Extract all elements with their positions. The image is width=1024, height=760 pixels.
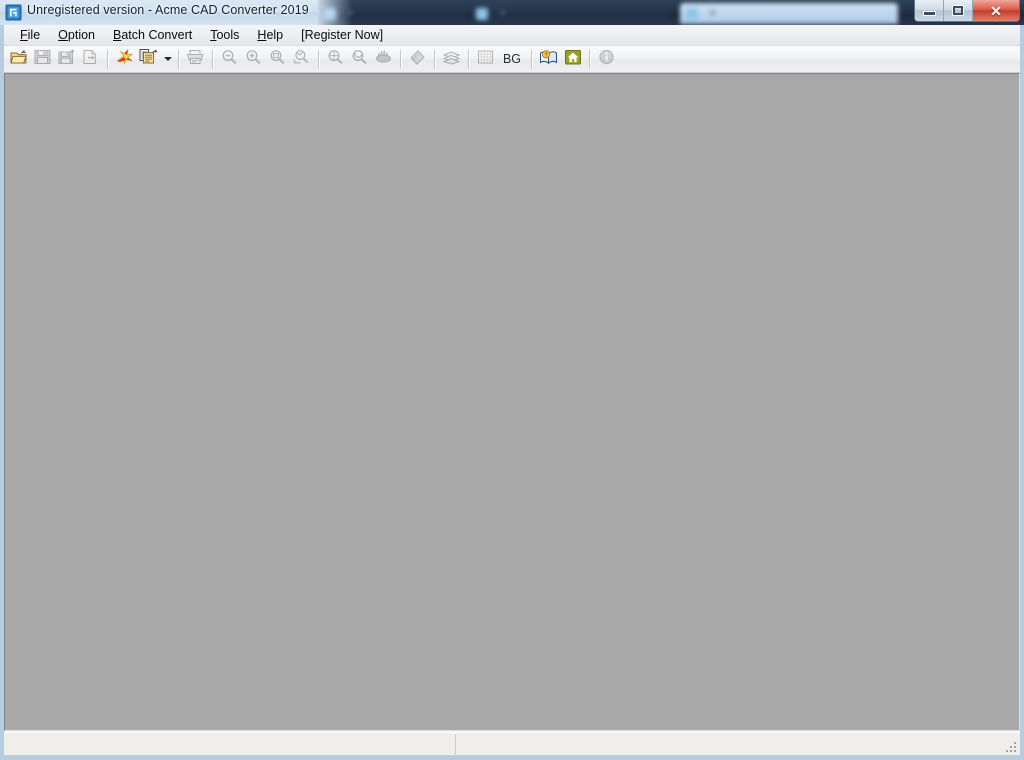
resize-grip[interactable] <box>1004 740 1018 754</box>
menu-item-help[interactable]: Help <box>249 26 291 45</box>
save-as-disk-icon <box>58 48 75 70</box>
home-icon <box>564 49 582 70</box>
close-button[interactable]: ✕ <box>973 0 1019 21</box>
export-file-icon <box>82 49 99 70</box>
separator-7 <box>468 49 470 69</box>
toolbar: BG ? <box>4 46 1020 73</box>
zoom-all-button[interactable] <box>324 48 347 71</box>
open-folder-icon <box>9 49 28 70</box>
status-info <box>456 734 1020 755</box>
separator-4 <box>318 49 320 69</box>
menu-item-file[interactable]: File <box>12 26 48 45</box>
pan-hand-icon <box>374 49 393 70</box>
separator-2 <box>178 49 180 69</box>
batch-pages-icon <box>139 48 158 70</box>
zoom-window-icon <box>269 49 286 70</box>
maximize-button[interactable] <box>944 0 973 21</box>
application-window: Unregistered version - Acme CAD Converte… <box>0 0 1024 760</box>
separator-3 <box>212 49 214 69</box>
bg-text-icon: BG <box>502 52 522 66</box>
printer-icon <box>186 49 205 70</box>
about-button[interactable] <box>595 48 618 71</box>
separator-5 <box>400 49 402 69</box>
home-button[interactable] <box>561 48 584 71</box>
minimize-icon <box>922 10 936 16</box>
status-bar <box>4 732 1020 755</box>
maximize-icon <box>953 6 963 15</box>
zoom-all-icon <box>327 49 344 70</box>
zoom-previous-icon <box>351 49 368 70</box>
zoom-extents-button[interactable] <box>290 48 313 71</box>
zoom-previous-button[interactable] <box>348 48 371 71</box>
print-button[interactable] <box>184 48 207 71</box>
help-book-icon: ? <box>539 49 558 70</box>
menu-item-batch-convert[interactable]: Batch Convert <box>105 26 200 45</box>
layers-button[interactable] <box>440 48 463 71</box>
batch-convert-button[interactable] <box>137 48 160 71</box>
measure-button[interactable] <box>406 48 429 71</box>
convert-burst-icon <box>115 48 134 70</box>
title-bar[interactable]: Unregistered version - Acme CAD Converte… <box>0 0 1024 25</box>
separator-1 <box>107 49 109 69</box>
zoom-out-icon <box>221 49 238 70</box>
menu-item-option[interactable]: Option <box>50 26 103 45</box>
menu-bar: File Option Batch Convert Tools Help [Re… <box>4 25 1020 46</box>
open-file-button[interactable] <box>7 48 30 71</box>
layers-icon <box>442 49 461 70</box>
window-client-area: File Option Batch Convert Tools Help [Re… <box>0 25 1024 760</box>
separator-8 <box>531 49 533 69</box>
zoom-window-button[interactable] <box>266 48 289 71</box>
menu-item-tools[interactable]: Tools <box>202 26 247 45</box>
background-button[interactable]: BG <box>498 48 526 71</box>
save-as-button[interactable] <box>55 48 78 71</box>
zoom-extents-icon <box>293 49 310 70</box>
zoom-in-icon <box>245 49 262 70</box>
separator-6 <box>434 49 436 69</box>
measure-icon <box>409 49 426 70</box>
help-button[interactable]: ? <box>537 48 560 71</box>
convert-button[interactable] <box>113 48 136 71</box>
separator-9 <box>589 49 591 69</box>
grid-icon <box>477 49 494 70</box>
save-disk-icon <box>34 49 51 70</box>
info-icon <box>598 49 615 70</box>
status-message <box>4 733 456 755</box>
cad-document-icon <box>5 4 22 21</box>
grid-button[interactable] <box>474 48 497 71</box>
close-icon: ✕ <box>990 2 1002 19</box>
svg-text:?: ? <box>544 52 547 58</box>
window-title: Unregistered version - Acme CAD Converte… <box>27 3 309 17</box>
window-controls: ✕ <box>914 0 1020 22</box>
batch-convert-dropdown[interactable] <box>161 48 174 71</box>
zoom-out-button[interactable] <box>218 48 241 71</box>
zoom-in-button[interactable] <box>242 48 265 71</box>
minimize-button[interactable] <box>915 0 944 21</box>
drawing-canvas[interactable] <box>4 73 1020 731</box>
save-button[interactable] <box>31 48 54 71</box>
pan-button[interactable] <box>372 48 395 71</box>
menu-item-register-now[interactable]: [Register Now] <box>293 26 391 45</box>
export-button[interactable] <box>79 48 102 71</box>
chevron-down-icon <box>163 57 172 61</box>
